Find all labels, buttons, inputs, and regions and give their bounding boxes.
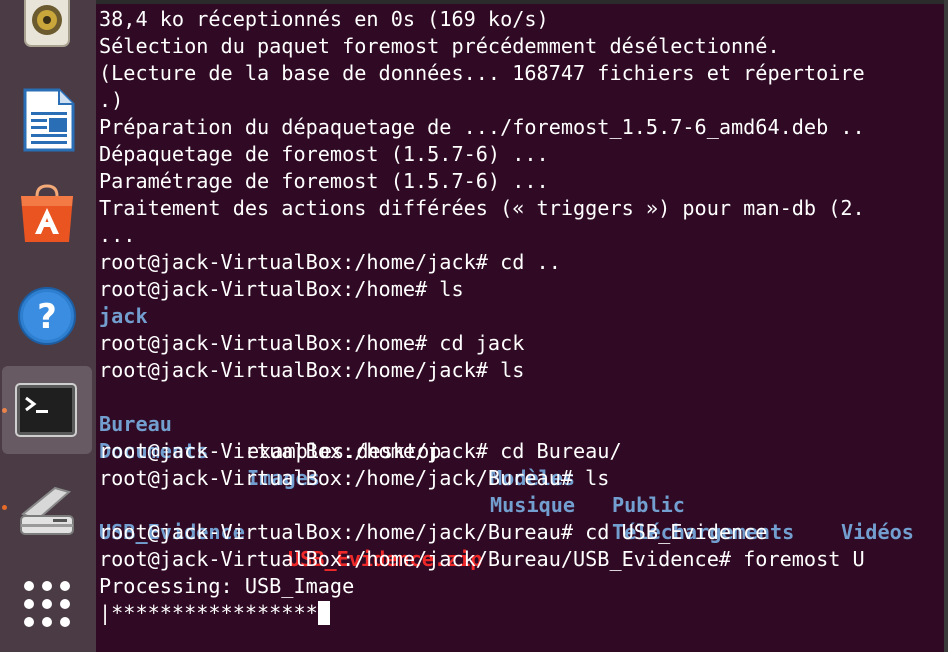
- ubuntu-software-icon: [21, 184, 73, 242]
- scanner-icon: [20, 486, 74, 535]
- launcher-item-ubuntu-software[interactable]: [0, 170, 96, 258]
- terminal-output-line: Paramétrage de foremost (1.5.7-6) ...: [99, 169, 549, 193]
- terminal-command-line: root@jack-VirtualBox:/home/jack/Bureau# …: [99, 520, 768, 544]
- terminal-output-line: 38,4 ko réceptionnés en 0s (169 ko/s): [99, 7, 549, 31]
- terminal-cursor: [317, 601, 330, 625]
- ls-output-jack-row1: Bureau examples.desktop Modèles Public V…: [99, 384, 944, 544]
- help-icon: ?: [18, 287, 76, 345]
- terminal-output-line: Préparation du dépaquetage de .../foremo…: [99, 115, 865, 139]
- ls-output-bureau: USB_Evidence USB_Evidence.zip: [99, 492, 944, 571]
- rhythmbox-icon: [24, 0, 70, 47]
- terminal-output-line: Traitement des actions différées (« trig…: [99, 196, 865, 220]
- terminal-output-line: .): [99, 88, 124, 112]
- launcher-item-terminal[interactable]: [2, 366, 92, 454]
- launcher-item-rhythmbox[interactable]: [0, 0, 96, 62]
- terminal-right-edge: [944, 0, 948, 652]
- processing-status: Processing: USB_Image: [99, 574, 355, 598]
- svg-text:?: ?: [37, 297, 57, 337]
- terminal-command-line: root@jack-VirtualBox:/home/jack# cd ..: [99, 250, 561, 274]
- progress-line: |*****************: [99, 600, 330, 627]
- ls-output-jack-row2: Documents Images Musique Téléchargements: [99, 411, 944, 544]
- dir-entry-videos: Vidéos: [841, 520, 914, 544]
- terminal-output-line: (Lecture de la base de données... 168747…: [99, 61, 865, 85]
- terminal-command-line: root@jack-VirtualBox:/home/jack/Bureau/U…: [99, 547, 865, 571]
- terminal-command-line: root@jack-VirtualBox:/home/jack# ls: [99, 358, 525, 382]
- launcher-item-writer[interactable]: [0, 76, 96, 164]
- launcher-item-show-applications[interactable]: [0, 564, 96, 652]
- launcher-item-scanner[interactable]: [0, 466, 96, 554]
- show-applications-icon: [24, 581, 70, 627]
- terminal-command-line: root@jack-VirtualBox:/home/jack/Bureau# …: [99, 466, 610, 490]
- launcher-item-help[interactable]: ?: [0, 272, 96, 360]
- terminal-output-line: Dépaquetage de foremost (1.5.7-6) ...: [99, 142, 549, 166]
- launcher: ?: [0, 0, 97, 652]
- terminal-output-line: Sélection du paquet foremost précédemmen…: [99, 34, 780, 58]
- terminal-top-edge: [96, 0, 948, 4]
- terminal-command-line: root@jack-VirtualBox:/home# cd jack: [99, 331, 525, 355]
- terminal-window[interactable]: 38,4 ko réceptionnés en 0s (169 ko/s) Sé…: [96, 0, 946, 652]
- terminal-command-line: root@jack-VirtualBox:/home/jack# cd Bure…: [99, 439, 622, 463]
- progress-bar-text: |*****************: [99, 601, 318, 625]
- terminal-icon: [15, 383, 77, 437]
- dir-entry-jack: jack: [99, 304, 148, 328]
- libreoffice-writer-icon: [23, 88, 75, 152]
- ls-output-home: jack: [99, 303, 148, 330]
- terminal-command-line: root@jack-VirtualBox:/home# ls: [99, 277, 464, 301]
- terminal-output-line: ...: [99, 223, 136, 247]
